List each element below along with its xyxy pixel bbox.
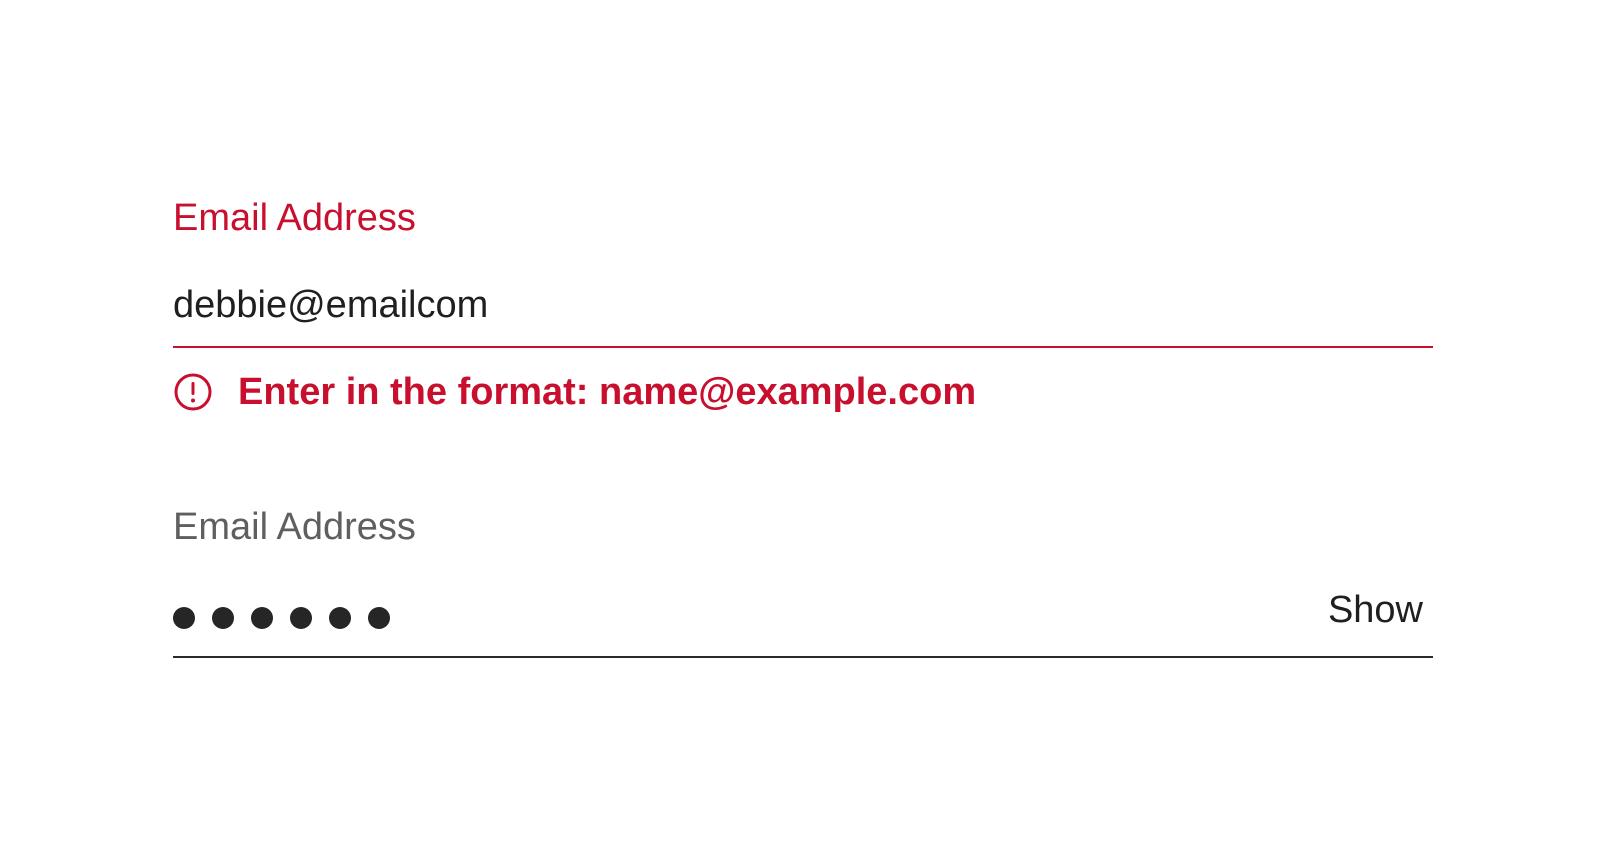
email-input[interactable]: debbie@emailcom	[173, 283, 488, 327]
password-mask-dot	[368, 607, 390, 629]
form: Email Address debbie@emailcom Enter in t…	[173, 0, 1433, 843]
password-mask-dot	[212, 607, 234, 629]
email-input-underline	[173, 346, 1433, 348]
password-mask-dot	[251, 607, 273, 629]
email-field-label: Email Address	[173, 197, 416, 239]
password-input-underline	[173, 656, 1433, 658]
password-field-label: Email Address	[173, 506, 416, 548]
password-mask-dot	[173, 607, 195, 629]
alert-circle-icon	[173, 372, 213, 412]
password-mask-dot	[329, 607, 351, 629]
show-password-button[interactable]: Show	[1328, 588, 1423, 632]
password-input[interactable]	[173, 607, 390, 629]
email-error-text: Enter in the format: name@example.com	[238, 371, 977, 413]
password-mask-dot	[290, 607, 312, 629]
email-error-message: Enter in the format: name@example.com	[173, 369, 976, 415]
